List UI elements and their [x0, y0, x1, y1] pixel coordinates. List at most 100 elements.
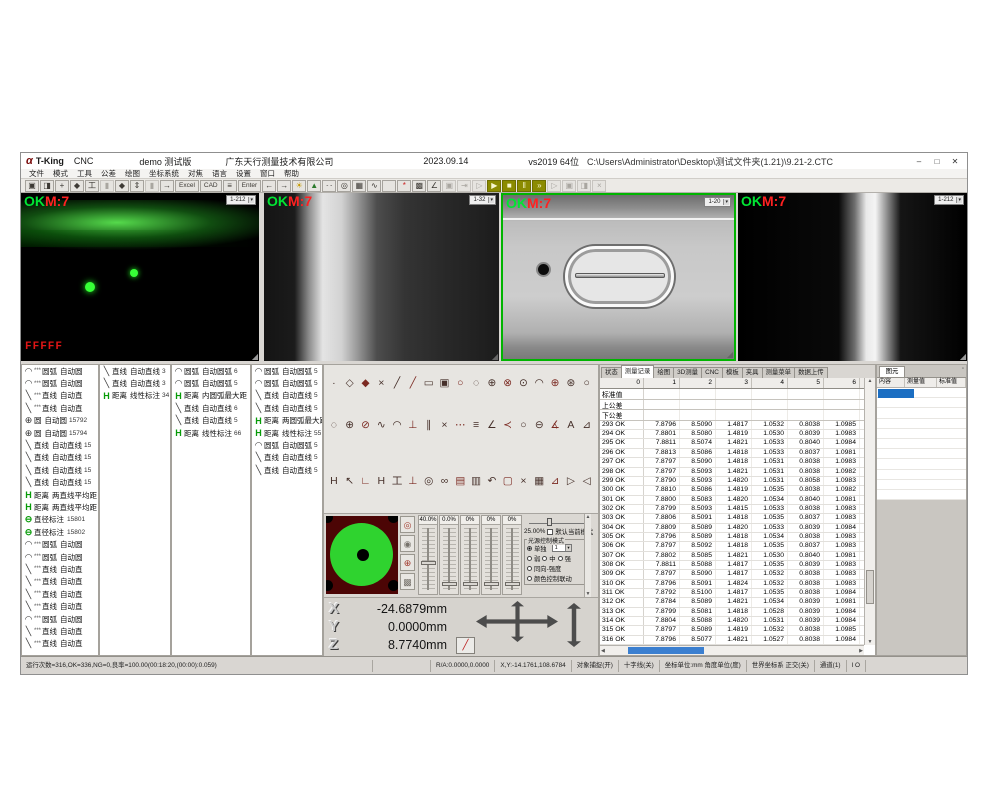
palette-tool-icon[interactable]: ⊘ [358, 417, 374, 434]
camera-view-4[interactable]: OKM:7 1-212▾ ◢ [738, 193, 967, 361]
table-row[interactable]: 302 OK7.87998.50931.48151.05330.80381.09… [600, 505, 875, 514]
list-item[interactable]: ⊖直径标注15801 [22, 514, 98, 526]
table-row[interactable]: 309 OK7.87978.50901.48171.05320.80381.09… [600, 570, 875, 579]
camera-view-3-selected[interactable]: OKM:7 1-20▾ ◢ [501, 193, 736, 361]
table-row[interactable]: 304 OK7.88098.50891.48201.05330.80391.09… [600, 524, 875, 533]
list-item[interactable]: H距离两直线平均距 [22, 501, 98, 513]
palette-tool-icon[interactable]: ○ [579, 375, 595, 392]
radio-sync[interactable] [527, 566, 532, 571]
list-item[interactable]: ╲直线自动直线15 [22, 452, 98, 464]
scroll-up-icon[interactable]: ▲ [586, 514, 591, 520]
slider-track[interactable] [464, 528, 477, 590]
palette-tool-icon[interactable]: ◆ [358, 375, 374, 392]
toolbar-play-2-icon[interactable]: ▷ [547, 180, 561, 192]
palette-tool-icon[interactable]: ◠ [389, 417, 405, 434]
minimize-button[interactable]: – [913, 157, 925, 166]
radio-color-link[interactable] [527, 576, 532, 581]
list-item[interactable]: ╲直线自动直线5 [172, 415, 250, 427]
list-item[interactable]: H距离两直线平均距 [22, 489, 98, 501]
tab-4[interactable]: CNC [701, 367, 723, 378]
table-row[interactable]: 314 OK7.88048.50881.48201.05310.80391.09… [600, 617, 875, 626]
palette-tool-icon[interactable]: ╱ [389, 375, 405, 392]
toolbar-step-icon[interactable]: ⇥ [457, 180, 471, 192]
scroll-right-icon[interactable]: ▶ [859, 648, 863, 654]
list-item[interactable]: ◠圆弧自动圆弧5 [172, 377, 250, 389]
palette-tool-icon[interactable]: ⊖ [531, 417, 547, 434]
list-item[interactable]: ◠***圆弧自动圆 [22, 377, 98, 389]
menu-item-0[interactable]: 文件 [29, 168, 44, 179]
camera-view-1[interactable]: OKM:7 1-212▾ FFFFF ◢ [21, 193, 259, 361]
menu-item-2[interactable]: 工具 [77, 168, 92, 179]
toolbar-run-icon[interactable]: » [532, 180, 546, 192]
palette-tool-icon[interactable]: ▣ [437, 375, 453, 392]
slider-thumb[interactable] [442, 582, 457, 586]
list-item[interactable]: ╲直线自动直线15 [22, 464, 98, 476]
toolbar-open-2-icon[interactable]: ◨ [577, 180, 591, 192]
palette-tool-icon[interactable]: ⊿ [579, 417, 595, 434]
palette-tool-icon[interactable]: ∥ [421, 417, 437, 434]
list-item[interactable]: ╲***直线自动直 [22, 638, 98, 650]
toolbar-save-2-icon[interactable]: ▣ [442, 180, 456, 192]
tab-element[interactable]: 图元 [879, 366, 905, 377]
list-item[interactable]: ⊕圆自动圆15792 [22, 415, 98, 427]
radio-strong[interactable] [558, 556, 563, 561]
camera4-zoom-select[interactable]: 1-212▾ [934, 195, 964, 205]
palette-tool-icon[interactable]: ↖ [342, 473, 358, 490]
tab-0[interactable]: 状态 [601, 367, 622, 378]
ring-mode-button-2[interactable]: ⊕ [400, 554, 415, 571]
resize-grip-icon[interactable]: ◢ [252, 353, 258, 361]
tab-7[interactable]: 测量菜单 [762, 367, 796, 378]
palette-tool-icon[interactable]: ○ [516, 417, 532, 434]
menu-item-7[interactable]: 语言 [212, 168, 227, 179]
radio-single[interactable] [527, 546, 532, 551]
list-item[interactable]: ◠圆弧自动圆弧5 [252, 365, 322, 377]
toolbar-probe-2-icon[interactable]: ◆ [115, 180, 129, 192]
table-row[interactable]: 301 OK7.88008.50831.48201.05340.80401.09… [600, 496, 875, 505]
menu-item-5[interactable]: 坐标系统 [149, 168, 179, 179]
list-item[interactable]: ╲***直线自动直 [22, 600, 98, 612]
ring-light-control[interactable] [326, 516, 398, 594]
toolbar-pattern-icon[interactable]: ▦ [352, 180, 366, 192]
menu-item-9[interactable]: 窗口 [260, 168, 275, 179]
menu-item-10[interactable]: 帮助 [284, 168, 299, 179]
palette-tool-icon[interactable]: ∠ [484, 417, 500, 434]
list-item[interactable]: ⊖直径标注15802 [22, 526, 98, 538]
table-row[interactable]: 299 OK7.87908.50931.48201.05310.80581.09… [600, 477, 875, 486]
table-row[interactable]: 293 OK7.87968.50901.48171.05320.80381.09… [600, 421, 875, 430]
list-item[interactable]: ◠***圆弧自动圆 [22, 613, 98, 625]
table-row[interactable]: 305 OK7.87968.50891.48181.05340.80381.09… [600, 533, 875, 542]
toolbar-nav-right-icon[interactable]: → [277, 180, 291, 192]
list-item[interactable]: ◠圆弧自动圆弧6 [172, 365, 250, 377]
list-item[interactable]: ╲直线自动直线15 [22, 477, 98, 489]
palette-tool-icon[interactable]: 工 [389, 473, 405, 490]
toolbar-print-icon[interactable]: ≡ [223, 180, 237, 192]
list-item[interactable]: H距离两圆弧最大距 [252, 415, 322, 427]
toolbar-image-icon[interactable]: ▲ [307, 180, 321, 192]
table-row[interactable]: 300 OK7.88108.50861.48191.05350.80381.09… [600, 486, 875, 495]
menu-item-8[interactable]: 设置 [236, 168, 251, 179]
slider-thumb[interactable] [505, 582, 520, 586]
list-item[interactable]: ╲直线自动直线5 [252, 402, 322, 414]
ring-light-center[interactable] [357, 549, 369, 561]
slider-track[interactable] [422, 528, 435, 590]
toolbar-play-icon[interactable]: ▶ [487, 180, 501, 192]
light-slider-3[interactable]: 0% [481, 515, 501, 595]
list-item[interactable]: H距离线性标注34 [100, 390, 170, 402]
palette-tool-icon[interactable]: ▭ [421, 375, 437, 392]
options-scrollbar[interactable]: ▲▼ [584, 514, 591, 597]
toolbar-chart-icon[interactable]: ∠ [427, 180, 441, 192]
list-item[interactable]: ◠圆弧自动圆弧5 [252, 439, 322, 451]
toolbar-add-crosshair-icon[interactable]: + [55, 180, 69, 192]
chevron-down-icon[interactable]: ▾ [723, 199, 729, 205]
palette-tool-icon[interactable]: H [326, 473, 342, 490]
close-button[interactable]: ✕ [949, 157, 961, 166]
palette-tool-icon[interactable]: ⊕ [342, 417, 358, 434]
palette-tool-icon[interactable]: ⊕ [484, 375, 500, 392]
table-row[interactable]: 312 OK7.87848.50891.48211.05340.80391.09… [600, 598, 875, 607]
palette-tool-icon[interactable]: ∟ [358, 473, 374, 490]
slider-track[interactable] [443, 528, 456, 590]
scroll-left-icon[interactable]: ◀ [601, 648, 605, 654]
toolbar-open-icon[interactable]: ◨ [40, 180, 54, 192]
jog-z-arrow[interactable] [567, 603, 581, 647]
palette-tool-icon[interactable]: A [563, 417, 579, 434]
